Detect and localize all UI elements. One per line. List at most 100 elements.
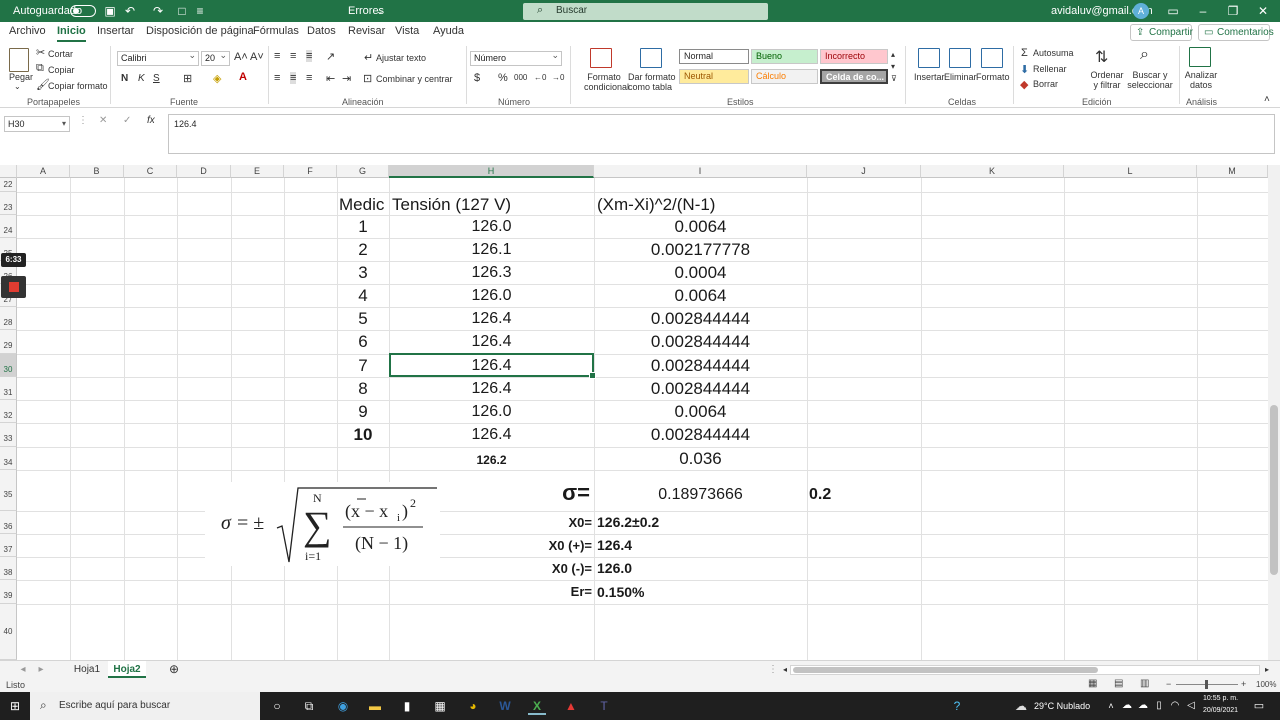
row-header-30[interactable]: 30 (0, 354, 17, 377)
row-header-24[interactable]: 24 (0, 215, 17, 238)
column-header-f[interactable]: F (284, 165, 337, 178)
next-sheet-icon[interactable]: ▸ (34, 661, 48, 678)
column-header-c[interactable]: C (124, 165, 177, 178)
analyze-data-button[interactable]: Analizar datos (1184, 70, 1218, 90)
close-icon[interactable]: ✕ (1248, 0, 1278, 22)
zoom-out-icon[interactable]: − (1166, 679, 1171, 689)
merge-center-button[interactable]: Combinar y centrar (376, 74, 453, 84)
row-header-40[interactable]: 40 (0, 604, 17, 660)
border-icon[interactable]: ⊞ (183, 72, 192, 85)
orientation-icon[interactable]: ↗ (326, 50, 335, 63)
select-all-corner[interactable] (0, 165, 17, 178)
table-format-button[interactable]: Dar formato como tabla (628, 72, 676, 92)
redo-icon[interactable]: ↷ (150, 3, 166, 19)
search-box[interactable]: ⌕ Buscar (523, 3, 768, 20)
align-left-icon[interactable]: ≡ (274, 72, 280, 84)
percent-icon[interactable]: % (498, 72, 508, 84)
cell-h25[interactable]: 126.1 (389, 238, 594, 261)
format-painter-button[interactable]: Copiar formato (48, 81, 108, 91)
row-header-34[interactable]: 34 (0, 447, 17, 470)
more-icon[interactable]: ⋮ (768, 661, 778, 678)
chevron-down-icon[interactable]: ⌄ (376, 0, 384, 22)
help-icon[interactable]: ? (948, 697, 966, 715)
align-center-icon[interactable]: ≡ (290, 72, 297, 84)
delete-cells-button[interactable]: Eliminar (944, 72, 977, 82)
align-top-icon[interactable]: ≡ (274, 50, 280, 62)
clipboard-icon[interactable] (9, 48, 29, 72)
scroll-left-icon[interactable]: ◂ (780, 661, 790, 678)
style-check-cell[interactable]: Celda de co... (820, 69, 888, 84)
stop-recording-icon[interactable] (1, 276, 26, 298)
tab-disposicion[interactable]: Disposición de página (146, 25, 254, 37)
cut-button[interactable]: Cortar (48, 49, 73, 59)
style-calculation[interactable]: Cálculo (751, 69, 818, 84)
taskbar-search[interactable]: ⌕ Escribe aquí para buscar (30, 692, 260, 720)
cell-g24[interactable]: 1 (337, 215, 389, 238)
share-button[interactable]: ⇪ Compartir (1130, 24, 1193, 41)
sigma-formula-image[interactable]: σ = ± N ∑ i=1 (x − x i ) 2 (N − 1) (205, 482, 440, 566)
zoom-in-icon[interactable]: + (1241, 679, 1246, 689)
customize-qat-icon[interactable]: ≡ (192, 3, 208, 19)
clear-button[interactable]: Borrar (1033, 79, 1058, 89)
style-bad[interactable]: Incorrecto (820, 49, 888, 64)
column-header-l[interactable]: L (1064, 165, 1197, 178)
row-header-29[interactable]: 29 (0, 330, 17, 354)
tab-inicio[interactable]: Inicio (57, 25, 86, 42)
cell-i27[interactable]: 0.0064 (594, 284, 807, 307)
bold-button[interactable]: N (121, 73, 128, 84)
excel-icon[interactable]: X (528, 697, 546, 715)
page-layout-icon[interactable]: ▤ (1114, 678, 1123, 689)
sheet-tab-hoja2[interactable]: Hoja2 (108, 661, 146, 678)
zoom-slider[interactable] (1176, 680, 1238, 689)
cell-g29[interactable]: 6 (337, 330, 389, 354)
cell-g26[interactable]: 3 (337, 261, 389, 284)
active-cell-selection[interactable] (389, 353, 596, 379)
save-icon[interactable]: ▣ (102, 3, 118, 19)
cell-i35-sigma[interactable]: 0.18973666 (594, 483, 807, 507)
autosave-toggle[interactable] (70, 5, 96, 17)
tab-revisar[interactable]: Revisar (348, 25, 385, 37)
chevron-down-icon[interactable]: ⌄ (14, 82, 21, 91)
cell-h31[interactable]: 126.4 (389, 377, 594, 400)
chrome-icon[interactable]: ◕ (464, 697, 482, 715)
insert-cells-button[interactable]: Insertar (914, 72, 945, 82)
fill-button[interactable]: Rellenar (1033, 64, 1067, 74)
cell-h34-mean[interactable]: 126.2 (389, 449, 594, 472)
row-header-28[interactable]: 28 (0, 307, 17, 330)
font-color-icon[interactable]: A (239, 71, 247, 83)
cell-i39-er[interactable]: 0.150% (597, 580, 644, 604)
cell-g28[interactable]: 5 (337, 307, 389, 330)
word-icon[interactable]: W (496, 697, 514, 715)
normal-view-icon[interactable]: ▦ (1088, 678, 1097, 689)
row-header-23[interactable]: 23 (0, 192, 17, 215)
sort-filter-button[interactable]: Ordenar y filtrar (1087, 70, 1127, 90)
minimize-icon[interactable]: – (1188, 0, 1218, 22)
cell-j35-sigma-rounded[interactable]: 0.2 (809, 483, 831, 507)
format-cells-button[interactable]: Formato (976, 72, 1010, 82)
row-header-36[interactable]: 36 (0, 511, 17, 534)
column-header-b[interactable]: B (70, 165, 124, 178)
copy-button[interactable]: Copiar (48, 65, 75, 75)
horizontal-scrollbar[interactable] (790, 665, 1260, 675)
cell-h35-sigma-label[interactable]: σ= (520, 475, 590, 511)
cell-h24[interactable]: 126.0 (389, 215, 594, 238)
cell-i28[interactable]: 0.002844444 (594, 307, 807, 330)
row-header-32[interactable]: 32 (0, 400, 17, 423)
column-header-e[interactable]: E (231, 165, 284, 178)
cell-h28[interactable]: 126.4 (389, 307, 594, 330)
prev-sheet-icon[interactable]: ◂ (16, 661, 30, 678)
conditional-format-button[interactable]: Formato condicional (584, 72, 629, 92)
find-select-button[interactable]: Buscar y seleccionar (1124, 70, 1176, 90)
column-header-g[interactable]: G (337, 165, 389, 178)
tab-insertar[interactable]: Insertar (97, 25, 134, 37)
cell-i37-x0-plus[interactable]: 126.4 (597, 534, 632, 557)
row-header-38[interactable]: 38 (0, 557, 17, 580)
collapse-ribbon-icon[interactable]: ˄ (1264, 94, 1270, 105)
decimal-increase-icon[interactable]: ←0 (534, 73, 546, 82)
tab-vista[interactable]: Vista (395, 25, 419, 37)
cell-h26[interactable]: 126.3 (389, 261, 594, 284)
style-neutral[interactable]: Neutral (679, 69, 749, 84)
cell-i33[interactable]: 0.002844444 (594, 423, 807, 447)
sort-filter-icon[interactable]: ⇅ (1095, 47, 1108, 67)
align-bottom-icon[interactable]: ≡ (306, 50, 313, 62)
